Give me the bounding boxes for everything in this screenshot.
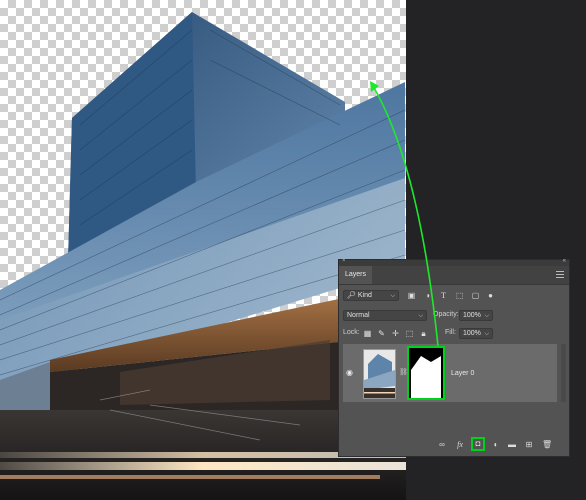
filter-kind-value: Kind bbox=[357, 292, 372, 299]
shape-filter-icon[interactable]: ⬚ bbox=[455, 291, 464, 300]
opacity-field[interactable]: 100% ⌵ bbox=[459, 310, 493, 321]
panel-tab-row: Layers bbox=[339, 266, 569, 285]
type-filter-icon[interactable]: T bbox=[439, 291, 448, 300]
close-panel-icon[interactable]: × bbox=[342, 258, 346, 264]
panel-bottom-toolbar: ∞ fx ◘ ◐ ▬ ⊞ 🗑︎ bbox=[339, 434, 569, 456]
lock-all-icon[interactable]: 🔒︎ bbox=[419, 329, 428, 338]
collapse-panel-icon[interactable]: « bbox=[563, 258, 566, 264]
blend-mode-dropdown[interactable]: Normal ⌵ bbox=[343, 310, 427, 321]
adjustment-filter-icon[interactable]: ◑ bbox=[423, 291, 432, 300]
blend-mode-value: Normal bbox=[347, 312, 370, 319]
eye-icon[interactable]: ◉ bbox=[346, 368, 355, 377]
new-layer-icon[interactable]: ⊞ bbox=[524, 440, 534, 450]
add-mask-icon[interactable]: ◘ bbox=[471, 437, 485, 451]
layer-row[interactable]: ◉ ⛓︎ Layer 0 bbox=[343, 344, 557, 402]
panel-menu-icon[interactable] bbox=[556, 270, 564, 278]
layer-mask-thumbnail[interactable] bbox=[407, 346, 445, 400]
fill-field[interactable]: 100% ⌵ bbox=[459, 328, 493, 339]
layers-scrollbar[interactable] bbox=[561, 344, 566, 402]
image-filter-icon[interactable]: ▣ bbox=[407, 291, 416, 300]
smart-object-filter-icon[interactable]: ▢ bbox=[471, 291, 480, 300]
chevron-down-icon: ⌵ bbox=[484, 313, 489, 319]
lock-position-icon[interactable]: ✛ bbox=[391, 329, 400, 338]
fx-icon[interactable]: fx bbox=[455, 440, 465, 450]
link-layers-icon[interactable]: ∞ bbox=[437, 440, 447, 450]
filter-row: 🔎︎ Kind ⌵ ▣ ◑ T ⬚ ▢ ● bbox=[343, 290, 565, 302]
lock-artboard-icon[interactable]: ⬚ bbox=[405, 329, 414, 338]
new-group-icon[interactable]: ▬ bbox=[507, 440, 517, 450]
chevron-down-icon: ⌵ bbox=[390, 293, 395, 299]
filter-kind-dropdown[interactable]: 🔎︎ Kind ⌵ bbox=[343, 290, 399, 301]
filter-toggle-icon[interactable]: ● bbox=[486, 291, 495, 300]
adjustment-layer-icon[interactable]: ◐ bbox=[491, 440, 501, 450]
opacity-value: 100% bbox=[463, 312, 481, 319]
lock-image-pixels-icon[interactable]: ✎ bbox=[377, 329, 386, 338]
lock-label: Lock: bbox=[343, 329, 360, 336]
fill-value: 100% bbox=[463, 330, 481, 337]
delete-layer-icon[interactable]: 🗑︎ bbox=[542, 440, 552, 450]
lock-transparent-pixels-icon[interactable]: ▦ bbox=[363, 329, 372, 338]
lock-row: Lock: ▦ ✎ ✛ ⬚ 🔒︎ Fill: 100% ⌵ bbox=[343, 328, 565, 340]
tab-layers[interactable]: Layers bbox=[339, 266, 373, 284]
chevron-down-icon: ⌵ bbox=[418, 313, 423, 319]
layer-thumbnail[interactable] bbox=[363, 349, 396, 399]
layer-name[interactable]: Layer 0 bbox=[451, 370, 474, 377]
fill-label: Fill: bbox=[445, 329, 456, 336]
opacity-label: Opacity: bbox=[433, 311, 459, 318]
blend-row: Normal ⌵ Opacity: 100% ⌵ bbox=[343, 310, 565, 322]
layers-panel: × « Layers 🔎︎ Kind ⌵ ▣ ◑ T ⬚ ▢ ● Normal … bbox=[338, 258, 570, 457]
search-icon: 🔎︎ bbox=[347, 292, 356, 299]
chevron-down-icon: ⌵ bbox=[484, 331, 489, 337]
